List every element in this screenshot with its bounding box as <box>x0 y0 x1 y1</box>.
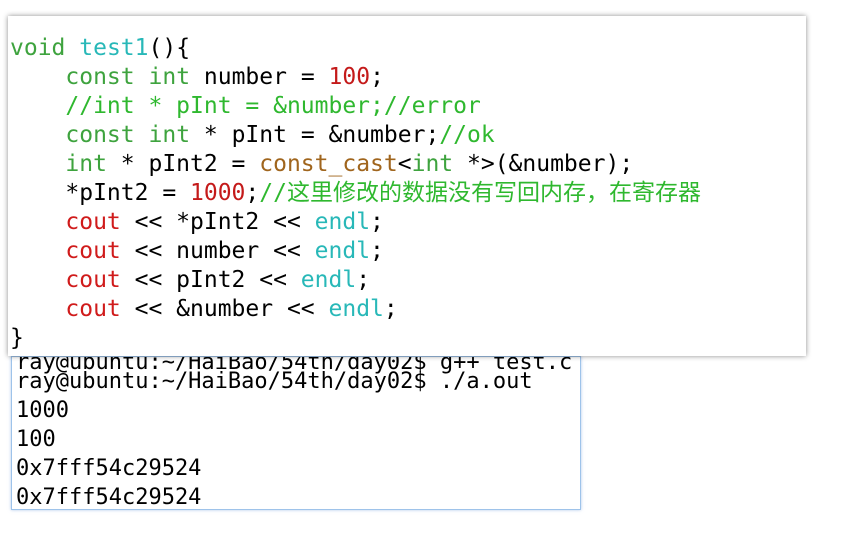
code-text: ; <box>383 296 398 322</box>
terminal-output-line: 0x7fff54c29524 <box>16 485 202 510</box>
stream-identifier: cout <box>65 296 121 322</box>
code-line-4: const int * pInt = &number;//ok <box>10 121 495 150</box>
code-text: *>(&number); <box>453 151 634 177</box>
keyword: int <box>148 122 191 148</box>
code-line-2: const int number = 100; <box>10 63 384 92</box>
code-line-1: void test1(){ <box>10 34 190 63</box>
function-name: test1 <box>79 35 149 61</box>
comment: //int * pInt = &number;//error <box>65 93 481 119</box>
stream-identifier: cout <box>65 238 121 264</box>
code-text: ; <box>370 238 384 264</box>
number-literal: 1000 <box>190 180 246 206</box>
endl-identifier: endl <box>328 296 384 322</box>
code-line-10: cout << &number << endl; <box>10 295 398 324</box>
code-line-5: int * pInt2 = const_cast<int *>(&number)… <box>10 150 633 179</box>
code-line-7: cout << *pInt2 << endl; <box>10 208 384 237</box>
terminal-prompt-line: ray@ubuntu:~/HaiBao/54th/day02$ ./a.out <box>16 369 533 394</box>
code-text: << &number << <box>120 296 329 322</box>
keyword: int <box>148 64 191 90</box>
stream-identifier: cout <box>65 209 121 235</box>
code-text: ; <box>356 267 371 293</box>
terminal-output-line: 100 <box>16 427 56 452</box>
code-text: << pInt2 << <box>120 267 301 293</box>
code-line-9: cout << pInt2 << endl; <box>10 266 370 295</box>
code-text: ; <box>370 64 384 90</box>
terminal-output-line: 1000 <box>16 398 69 423</box>
keyword: const <box>65 122 135 148</box>
endl-identifier: endl <box>314 209 371 235</box>
keyword: int <box>411 151 454 177</box>
keyword: void <box>10 35 66 61</box>
code-line-6: *pInt2 = 1000;//这里修改的数据没有写回内存，在寄存器 <box>10 179 701 208</box>
code-screenshot-panel: void test1(){ const int number = 100; //… <box>8 16 806 356</box>
code-text: * pInt = &number; <box>190 122 440 148</box>
code-text: * pInt2 = <box>106 151 260 177</box>
endl-identifier: endl <box>300 267 357 293</box>
code-text: << number << <box>120 238 315 264</box>
code-line-11: } <box>10 324 24 353</box>
code-text: << *pInt2 << <box>120 209 315 235</box>
keyword: int <box>65 151 107 177</box>
code-text: ; <box>245 180 260 206</box>
terminal-output-line: 0x7fff54c29524 <box>16 456 202 481</box>
code-text: (){ <box>148 35 191 61</box>
endl-identifier: endl <box>314 238 371 264</box>
code-text: < <box>397 151 412 177</box>
code-text: *pInt2 = <box>65 180 191 206</box>
cast-keyword: const_cast <box>259 151 398 177</box>
code-line-8: cout << number << endl; <box>10 237 384 266</box>
comment: //ok <box>439 122 495 148</box>
stream-identifier: cout <box>65 267 121 293</box>
closing-brace: } <box>10 325 24 351</box>
code-text: number = <box>190 64 329 90</box>
number-literal: 100 <box>328 64 371 90</box>
comment: //这里修改的数据没有写回内存，在寄存器 <box>259 180 701 206</box>
code-text: ; <box>370 209 384 235</box>
code-line-3: //int * pInt = &number;//error <box>10 92 481 121</box>
keyword: const <box>65 64 135 90</box>
terminal-output-panel: ray@ubuntu:~/HaiBao/54th/day02$ g++ test… <box>11 356 581 510</box>
